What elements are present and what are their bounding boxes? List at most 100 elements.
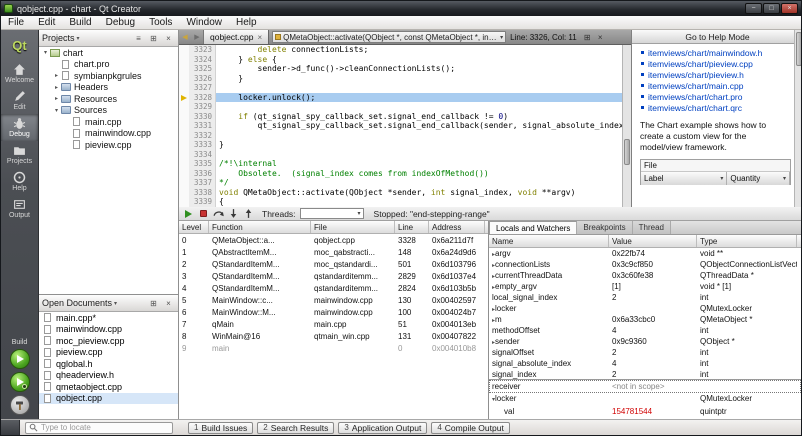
stack-frame-1[interactable]: 1 QAbstractItemM... moc_qabstracti... 148 0x… xyxy=(179,246,488,258)
tree-item-mainwindow-cpp[interactable]: mainwindow.cpp xyxy=(39,128,178,140)
open-doc-qobject-cpp[interactable]: qobject.cpp xyxy=(39,392,178,404)
variable-argv[interactable]: ▸argv 0x22fb74 void ** xyxy=(489,248,801,259)
code-line-3325[interactable]: 3325 sender->d_func()->cleanConnectionLi… xyxy=(179,64,622,74)
chevron-down-icon[interactable]: ▾ xyxy=(114,300,117,307)
column-header-file[interactable]: File xyxy=(311,221,395,233)
variable-receiver[interactable]: receiver <not in scope> xyxy=(489,380,801,393)
column-header-level[interactable]: Level xyxy=(179,221,209,233)
breakpoint-margin[interactable] xyxy=(179,187,189,197)
code-area[interactable]: 3323 delete connectionLists; 3324 } else … xyxy=(179,45,622,207)
help-link-itemviews-chart-pieview-h[interactable]: itemviews/chart/pieview.h xyxy=(640,70,791,80)
output-pane-application-output[interactable]: 3 Application Output xyxy=(338,421,428,434)
output-pane-search-results[interactable]: 2 Search Results xyxy=(257,421,335,434)
code-editor[interactable]: 3323 delete connectionLists; 3324 } else … xyxy=(179,45,631,207)
breakpoint-margin[interactable] xyxy=(179,197,189,207)
code-line-3330[interactable]: 3330 if (qt_signal_spy_callback_set.sign… xyxy=(179,111,622,121)
tree-item-chart-pro[interactable]: chart.pro xyxy=(39,59,178,71)
stack-frame-7[interactable]: 7 qMain main.cpp 51 0x004013eb xyxy=(179,318,488,330)
help-link-itemviews-chart-mainwindow-h[interactable]: itemviews/chart/mainwindow.h xyxy=(640,48,791,58)
column-header-type[interactable]: Type xyxy=(697,235,797,247)
variable-connectionlists[interactable]: ▸connectionLists 0x3c9cf850 QObjectConnect… xyxy=(489,259,801,270)
tree-item-pieview-cpp[interactable]: pieview.cpp xyxy=(39,139,178,151)
code-line-3328[interactable]: 3328 locker.unlock(); xyxy=(179,92,622,102)
help-link-itemviews-chart-chart-pro[interactable]: itemviews/chart/chart.pro xyxy=(640,92,791,102)
run-button[interactable] xyxy=(9,349,30,369)
mode-help[interactable]: Help xyxy=(1,168,38,195)
breakpoint-margin[interactable] xyxy=(179,149,189,159)
breakpoint-margin[interactable] xyxy=(179,121,189,131)
code-line-3339[interactable]: 3339{ xyxy=(179,197,622,207)
stop-icon[interactable] xyxy=(198,208,209,219)
tree-item-headers[interactable]: ▸ Headers xyxy=(39,82,178,94)
tab-breakpoints[interactable]: Breakpoints xyxy=(577,221,633,234)
stack-frame-3[interactable]: 3 QStandardItemM... qstandarditemm... 2829 0… xyxy=(179,270,488,282)
menu-help[interactable]: Help xyxy=(229,16,264,29)
locator-input[interactable]: Type to locate xyxy=(25,421,173,434)
code-line-3337[interactable]: 3337 */ xyxy=(179,178,622,188)
column-header-name[interactable]: Name xyxy=(489,235,609,247)
menu-edit[interactable]: Edit xyxy=(31,16,62,29)
column-header-line[interactable]: Line xyxy=(395,221,429,233)
editor-tab-qobject-cpp[interactable]: qobject.cpp × xyxy=(203,30,270,44)
mode-debug[interactable]: Debug xyxy=(1,114,38,141)
open-doc-qmetaobject-cpp[interactable]: qmetaobject.cpp xyxy=(39,381,178,393)
open-doc-moc-pieview-cpp[interactable]: moc_pieview.cpp xyxy=(39,335,178,347)
open-doc-pieview-cpp[interactable]: pieview.cpp xyxy=(39,347,178,359)
breakpoint-margin[interactable] xyxy=(179,54,189,64)
mode-edit[interactable]: Edit xyxy=(1,87,38,114)
go-to-help-mode-button[interactable]: Go to Help Mode xyxy=(632,30,801,44)
variable-signal-absolute-index[interactable]: signal_absolute_index 4 int xyxy=(489,358,801,369)
breakpoint-margin[interactable] xyxy=(179,73,189,83)
code-line-3336[interactable]: 3336 Obsolete. (signal_index comes from … xyxy=(179,168,622,178)
breakpoint-margin[interactable] xyxy=(179,45,189,55)
variable-sender[interactable]: ▸sender 0x9c9360 QObject * xyxy=(489,336,801,347)
code-line-3332[interactable]: 3332 xyxy=(179,130,622,140)
code-line-3326[interactable]: 3326 } xyxy=(179,73,622,83)
help-link-itemviews-chart-chart-qrc[interactable]: itemviews/chart/chart.qrc xyxy=(640,103,791,113)
stack-frame-6[interactable]: 6 MainWindow::M... mainwindow.cpp 100 0x0040… xyxy=(179,306,488,318)
breakpoint-margin[interactable] xyxy=(179,83,189,93)
column-header-address[interactable]: Address xyxy=(429,221,485,233)
code-line-3323[interactable]: 3323 delete connectionLists; xyxy=(179,45,622,55)
code-line-3333[interactable]: 3333} xyxy=(179,140,622,150)
help-link-itemviews-chart-pieview-cpp[interactable]: itemviews/chart/pieview.cpp xyxy=(640,59,791,69)
stack-frame-8[interactable]: 8 WinMain@16 qtmain_win.cpp 131 0x00407822 xyxy=(179,330,488,342)
open-doc-main-cpp[interactable]: main.cpp* xyxy=(39,312,178,324)
mode-projects[interactable]: Projects xyxy=(1,141,38,168)
step-into-icon[interactable] xyxy=(228,208,239,219)
close-panel-icon[interactable]: × xyxy=(162,297,175,310)
stack-frame-5[interactable]: 5 MainWindow::c... mainwindow.cpp 130 0x0040… xyxy=(179,294,488,306)
code-line-3329[interactable]: 3329 xyxy=(179,102,622,112)
code-line-3327[interactable]: 3327 xyxy=(179,83,622,93)
forward-icon[interactable]: ▶ xyxy=(191,30,203,44)
expand-arrow-icon[interactable]: ▾ xyxy=(52,107,61,114)
debug-run-button[interactable] xyxy=(9,372,30,392)
breakpoint-margin[interactable] xyxy=(179,159,189,169)
expand-arrow-icon[interactable]: ▸ xyxy=(52,84,61,91)
split-icon[interactable]: ⊞ xyxy=(147,32,160,45)
code-line-3338[interactable]: 3338 void QMetaObject::activate(QObject *… xyxy=(179,187,622,197)
menu-debug[interactable]: Debug xyxy=(99,16,142,29)
breakpoint-margin[interactable] xyxy=(179,178,189,188)
column-header-function[interactable]: Function xyxy=(209,221,311,233)
menu-tools[interactable]: Tools xyxy=(142,16,179,29)
mode-output[interactable]: Output xyxy=(1,195,38,222)
stack-frame-9[interactable]: 9 main 0 0x004010b8 xyxy=(179,342,488,354)
breakpoint-margin[interactable] xyxy=(179,92,189,102)
tree-item-chart[interactable]: ▾ chart xyxy=(39,47,178,59)
breakpoint-margin[interactable] xyxy=(179,130,189,140)
tree-item-symbianpkgrules[interactable]: ▸ symbianpkgrules xyxy=(39,70,178,82)
menu-file[interactable]: File xyxy=(1,16,31,29)
close-panel-icon[interactable]: × xyxy=(162,32,175,45)
variable-locker[interactable]: ▸locker QMutexLocker xyxy=(489,303,801,314)
open-doc-qheaderview-h[interactable]: qheaderview.h xyxy=(39,370,178,382)
code-line-3335[interactable]: 3335/*!\internal xyxy=(179,159,622,169)
minimize-button[interactable]: − xyxy=(745,3,762,14)
build-button[interactable] xyxy=(9,395,30,415)
symbol-selector[interactable]: QMetaObject::activate(QObject *, const Q… xyxy=(272,31,507,43)
variable-signaloffset[interactable]: signalOffset 2 int xyxy=(489,347,801,358)
variable-locker[interactable]: ▾locker QMutexLocker xyxy=(489,393,801,406)
step-out-icon[interactable] xyxy=(243,208,254,219)
stack-frame-0[interactable]: 0 QMetaObject::a... qobject.cpp 3328 0x6a211… xyxy=(179,234,488,246)
variable-methodoffset[interactable]: methodOffset 4 int xyxy=(489,325,801,336)
